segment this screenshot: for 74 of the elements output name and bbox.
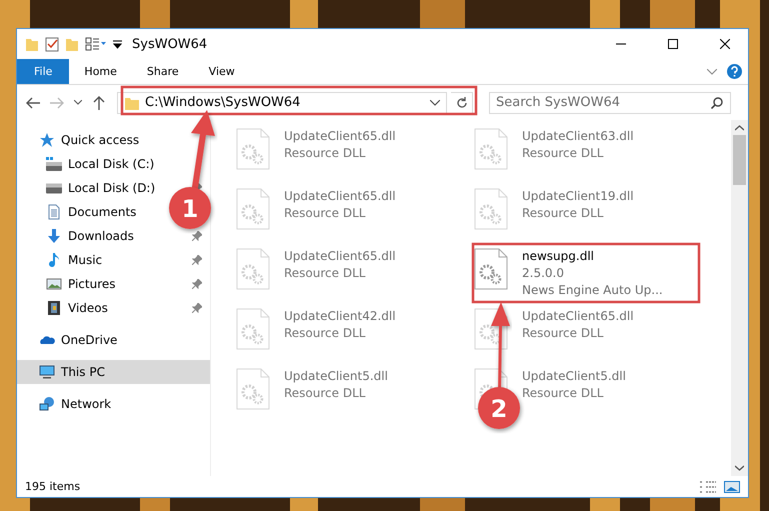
- gear-document-icon: [474, 188, 508, 230]
- file-detail: Resource DLL: [522, 325, 604, 342]
- file-name[interactable]: UpdateClient65.dll: [284, 248, 396, 265]
- sidebar-item[interactable]: Pictures: [17, 272, 210, 296]
- sidebar-item[interactable]: Quick access: [17, 128, 148, 152]
- file-detail: Resource DLL: [522, 385, 604, 402]
- sidebar-item[interactable]: Documents: [17, 200, 144, 224]
- gear-document-icon: [236, 188, 270, 230]
- gear-document-icon: [236, 128, 270, 170]
- file-name[interactable]: UpdateClient5.dll: [522, 368, 626, 385]
- sidebar-item[interactable]: Music: [17, 248, 210, 272]
- maximize-icon: [668, 39, 678, 49]
- file-detail: Resource DLL: [284, 205, 366, 222]
- film-icon: [46, 300, 62, 316]
- checklist-icon[interactable]: [45, 36, 59, 52]
- file-name[interactable]: UpdateClient19.dll: [522, 188, 634, 205]
- drive-icon: [46, 156, 62, 172]
- file-name[interactable]: UpdateClient5.dll: [284, 368, 388, 385]
- details-view-icon[interactable]: [700, 480, 716, 492]
- scrollbar[interactable]: [731, 120, 748, 476]
- file-detail: Resource DLL: [522, 145, 604, 162]
- refresh-icon: [456, 96, 468, 108]
- sidebar-item[interactable]: Network: [17, 392, 120, 416]
- gear-document-icon: [474, 128, 508, 170]
- dropdown-icon[interactable]: [113, 39, 122, 49]
- file-name[interactable]: UpdateClient65.dll: [522, 308, 634, 325]
- address-field[interactable]: C:\Windows\SysWOW64: [117, 92, 447, 114]
- file-name[interactable]: UpdateClient63.dll: [522, 128, 634, 145]
- download-icon: [46, 228, 62, 244]
- sidebar-item[interactable]: Videos: [17, 296, 210, 320]
- ribbon-tab[interactable]: View: [194, 59, 250, 84]
- monitor-icon: [39, 364, 55, 380]
- search-icon: [711, 96, 723, 108]
- chevron-icon[interactable]: [430, 100, 440, 106]
- sidebar-item[interactable]: Local Disk (C:): [17, 152, 162, 176]
- sidebar-item[interactable]: OneDrive: [17, 328, 126, 352]
- file-detail: Resource DLL: [284, 385, 366, 402]
- file-detail: Resource DLL: [284, 325, 366, 342]
- file-detail: Resource DLL: [284, 145, 366, 162]
- close-icon: [720, 39, 730, 49]
- ribbon-tab[interactable]: Share: [132, 59, 194, 84]
- step-badge: 1: [169, 187, 211, 229]
- step-badge: 2: [478, 387, 520, 429]
- network-icon: [39, 396, 55, 412]
- ribbon-tab[interactable]: Home: [69, 59, 132, 84]
- gear-document-icon: [236, 308, 270, 350]
- item-count: 195 items: [25, 480, 80, 493]
- ribbon-tab[interactable]: File: [17, 59, 70, 84]
- star-icon: [39, 132, 55, 148]
- file-detail: News Engine Auto Up...: [522, 282, 663, 299]
- file-name[interactable]: newsupg.dll: [522, 248, 663, 265]
- file-detail: Resource DLL: [522, 205, 604, 222]
- scroll-up-icon[interactable]: [735, 124, 744, 133]
- search-field[interactable]: Search SysWOW64: [489, 92, 731, 114]
- window-title: SysWOW64: [132, 36, 208, 52]
- gear-document-icon: [236, 248, 270, 290]
- refresh-button[interactable]: [451, 92, 473, 114]
- file-detail: Resource DLL: [284, 265, 366, 282]
- file-name[interactable]: UpdateClient65.dll: [284, 128, 396, 145]
- gear-document-icon: [474, 248, 508, 290]
- scroll-down-icon[interactable]: [735, 463, 744, 472]
- file-name[interactable]: UpdateClient42.dll: [284, 308, 396, 325]
- music-note-icon: [46, 252, 62, 268]
- sidebar-item[interactable]: This PC: [17, 360, 210, 384]
- gear-document-icon: [236, 368, 270, 410]
- file-name[interactable]: UpdateClient65.dll: [284, 188, 396, 205]
- help-icon[interactable]: [727, 64, 742, 79]
- file-detail: 2.5.0.0: [522, 265, 565, 282]
- properties-icon[interactable]: [85, 37, 107, 51]
- large-icons-view-icon[interactable]: [724, 480, 740, 492]
- picture-icon: [46, 276, 62, 292]
- document-icon: [46, 204, 62, 220]
- scrollbar-thumb[interactable]: [733, 135, 746, 185]
- chevron-icon: [74, 100, 82, 105]
